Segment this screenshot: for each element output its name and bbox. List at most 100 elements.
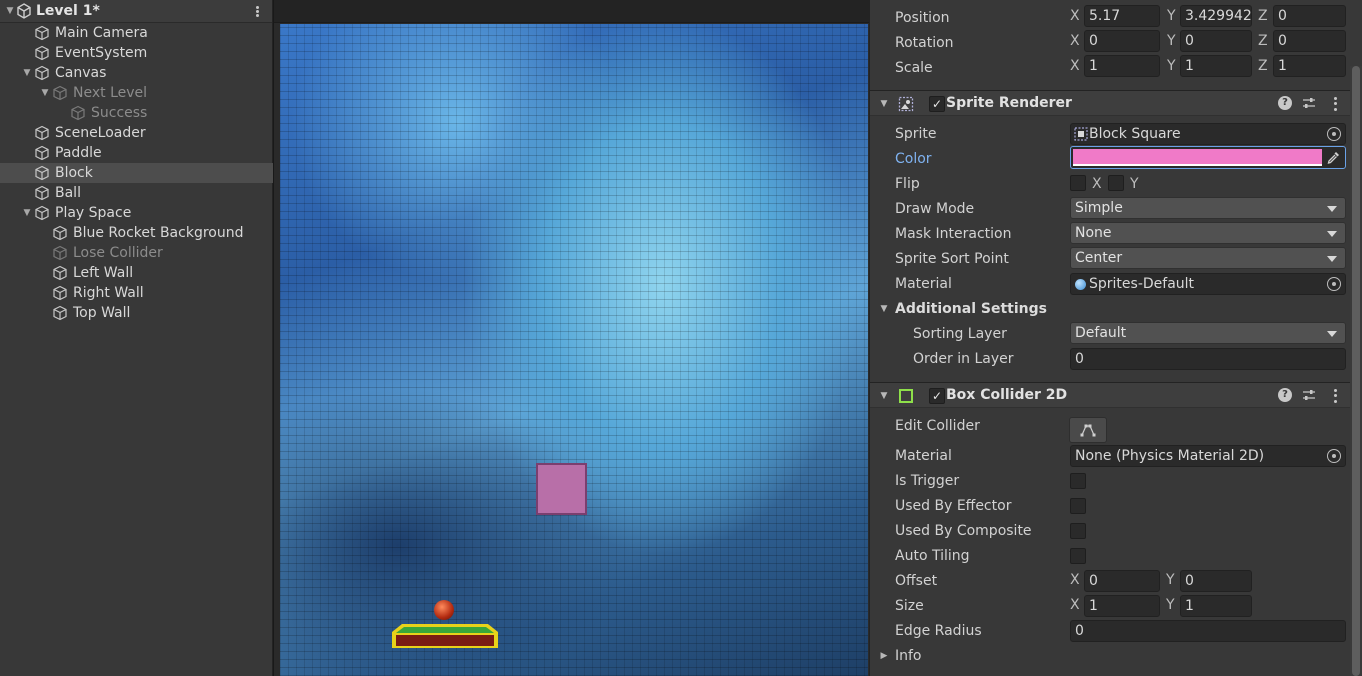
info-row[interactable]: ▶ Info bbox=[870, 643, 1350, 668]
box-collider-header[interactable]: ▼ ✓ Box Collider 2D ? bbox=[870, 382, 1362, 408]
hierarchy-item-top-wall[interactable]: Top Wall bbox=[0, 303, 273, 323]
size-y-field[interactable]: 1 bbox=[1180, 595, 1252, 617]
color-label: Color bbox=[895, 150, 932, 167]
component-menu-icon[interactable] bbox=[1331, 96, 1339, 112]
help-icon[interactable]: ? bbox=[1278, 96, 1292, 110]
box-collider-enabled-checkbox[interactable]: ✓ bbox=[929, 388, 945, 404]
scale-x-field[interactable]: 1 bbox=[1084, 55, 1160, 77]
presets-icon[interactable] bbox=[1302, 388, 1316, 402]
hierarchy-item-blue-rocket-background[interactable]: Blue Rocket Background bbox=[0, 223, 273, 243]
gameobject-icon bbox=[35, 45, 49, 61]
hierarchy-item-eventsystem[interactable]: EventSystem bbox=[0, 43, 273, 63]
order-in-layer-field[interactable]: 0 bbox=[1070, 348, 1346, 370]
sprite-renderer-header[interactable]: ▼ ✓ Sprite Renderer ? bbox=[870, 90, 1362, 116]
help-icon[interactable]: ? bbox=[1278, 388, 1292, 402]
hierarchy-item-paddle[interactable]: Paddle bbox=[0, 143, 273, 163]
hierarchy-scene-header[interactable]: ▼ Level 1* bbox=[0, 0, 272, 23]
offset-y-field[interactable]: 0 bbox=[1180, 570, 1252, 592]
presets-icon[interactable] bbox=[1302, 96, 1316, 110]
size-x-field[interactable]: 1 bbox=[1084, 595, 1160, 617]
chevron-down-icon[interactable]: ▼ bbox=[4, 1, 16, 21]
auto-tiling-label: Auto Tiling bbox=[895, 547, 970, 564]
paddle-sprite[interactable] bbox=[390, 620, 500, 650]
is-trigger-checkbox[interactable] bbox=[1070, 473, 1086, 489]
hierarchy-item-main-camera[interactable]: Main Camera bbox=[0, 23, 273, 43]
hierarchy-item-sceneloader[interactable]: SceneLoader bbox=[0, 123, 273, 143]
hierarchy-item-lose-collider[interactable]: Lose Collider bbox=[0, 243, 273, 263]
edge-radius-field[interactable]: 0 bbox=[1070, 620, 1346, 642]
material-label: Material bbox=[895, 275, 952, 292]
mask-interaction-dropdown[interactable]: None bbox=[1070, 222, 1346, 244]
hierarchy-menu-icon[interactable] bbox=[250, 3, 264, 19]
sorting-layer-dropdown[interactable]: Default bbox=[1070, 322, 1346, 344]
chevron-right-icon[interactable]: ▶ bbox=[878, 646, 890, 666]
hierarchy-item-label: Main Camera bbox=[55, 25, 148, 41]
hierarchy-item-block[interactable]: Block bbox=[0, 163, 273, 183]
gameobject-icon bbox=[71, 105, 85, 121]
hierarchy-item-canvas[interactable]: ▼ Canvas bbox=[0, 63, 273, 83]
hierarchy-item-next-level[interactable]: ▼ Next Level bbox=[0, 83, 273, 103]
draw-mode-dropdown[interactable]: Simple bbox=[1070, 197, 1346, 219]
flip-x-label: X bbox=[1092, 176, 1102, 192]
used-by-effector-checkbox[interactable] bbox=[1070, 498, 1086, 514]
color-swatch[interactable] bbox=[1073, 149, 1322, 164]
collider-material-field[interactable]: None (Physics Material 2D) bbox=[1070, 445, 1346, 467]
scene-view[interactable] bbox=[274, 0, 869, 676]
hierarchy-item-ball[interactable]: Ball bbox=[0, 183, 273, 203]
hierarchy-item-play-space[interactable]: ▼ Play Space bbox=[0, 203, 273, 223]
material-field[interactable]: Sprites-Default bbox=[1070, 273, 1346, 295]
object-picker-icon[interactable] bbox=[1327, 127, 1341, 141]
object-picker-icon[interactable] bbox=[1327, 449, 1341, 463]
axis-z-label: Z bbox=[1258, 8, 1268, 24]
rotation-y-field[interactable]: 0 bbox=[1180, 30, 1252, 52]
hierarchy-item-label: Left Wall bbox=[73, 265, 134, 281]
axis-y-label: Y bbox=[1167, 8, 1176, 24]
rotation-label: Rotation bbox=[895, 34, 954, 51]
auto-tiling-row: Auto Tiling bbox=[870, 543, 1350, 568]
color-field[interactable] bbox=[1070, 146, 1346, 169]
scale-y-field[interactable]: 1 bbox=[1180, 55, 1252, 77]
scale-z-field[interactable]: 1 bbox=[1273, 55, 1346, 77]
object-picker-icon[interactable] bbox=[1327, 277, 1341, 291]
chevron-down-icon[interactable]: ▼ bbox=[878, 386, 890, 406]
hierarchy-item-label: Ball bbox=[55, 185, 81, 201]
hierarchy-item-success[interactable]: Success bbox=[0, 103, 273, 123]
additional-settings-row[interactable]: ▼ Additional Settings bbox=[870, 296, 1350, 321]
additional-settings-label: Additional Settings bbox=[895, 300, 1047, 317]
inspector-scrollbar[interactable] bbox=[1350, 66, 1362, 676]
chevron-down-icon[interactable]: ▼ bbox=[878, 94, 890, 114]
component-menu-icon[interactable] bbox=[1331, 388, 1339, 404]
chevron-down-icon[interactable]: ▼ bbox=[38, 83, 52, 103]
flip-y-checkbox[interactable] bbox=[1108, 175, 1124, 191]
used-by-composite-checkbox[interactable] bbox=[1070, 523, 1086, 539]
sprite-renderer-enabled-checkbox[interactable]: ✓ bbox=[929, 96, 945, 112]
blue-rocket-background[interactable] bbox=[280, 24, 868, 676]
position-y-field[interactable]: 3.429942 bbox=[1180, 5, 1252, 27]
hierarchy-item-label: Canvas bbox=[55, 65, 107, 81]
flip-x-checkbox[interactable] bbox=[1070, 175, 1086, 191]
inspector-panel: Position X 5.17 Y 3.429942 Z 0 Rotation … bbox=[869, 0, 1362, 676]
collider-material-label: Material bbox=[895, 447, 952, 464]
sprite-field[interactable]: Block Square bbox=[1070, 123, 1346, 145]
rotation-z-field[interactable]: 0 bbox=[1273, 30, 1346, 52]
scrollbar-thumb[interactable] bbox=[1352, 66, 1360, 676]
rotation-x-field[interactable]: 0 bbox=[1084, 30, 1160, 52]
chevron-down-icon[interactable]: ▼ bbox=[878, 299, 890, 319]
size-label: Size bbox=[895, 597, 924, 614]
offset-x-field[interactable]: 0 bbox=[1084, 570, 1160, 592]
block-sprite[interactable] bbox=[536, 463, 587, 515]
position-z-field[interactable]: 0 bbox=[1273, 5, 1346, 27]
position-x-field[interactable]: 5.17 bbox=[1084, 5, 1160, 27]
sprite-sort-point-dropdown[interactable]: Center bbox=[1070, 247, 1346, 269]
ball-sprite[interactable] bbox=[434, 600, 454, 620]
gameobject-icon bbox=[35, 185, 49, 201]
chevron-down-icon[interactable]: ▼ bbox=[20, 203, 34, 223]
chevron-down-icon[interactable]: ▼ bbox=[20, 63, 34, 83]
edit-collider-button[interactable] bbox=[1069, 417, 1107, 443]
box-collider-icon bbox=[899, 389, 913, 403]
scene-name: Level 1* bbox=[36, 3, 100, 19]
eyedropper-icon[interactable] bbox=[1326, 150, 1341, 165]
auto-tiling-checkbox[interactable] bbox=[1070, 548, 1086, 564]
hierarchy-item-left-wall[interactable]: Left Wall bbox=[0, 263, 273, 283]
hierarchy-item-right-wall[interactable]: Right Wall bbox=[0, 283, 273, 303]
